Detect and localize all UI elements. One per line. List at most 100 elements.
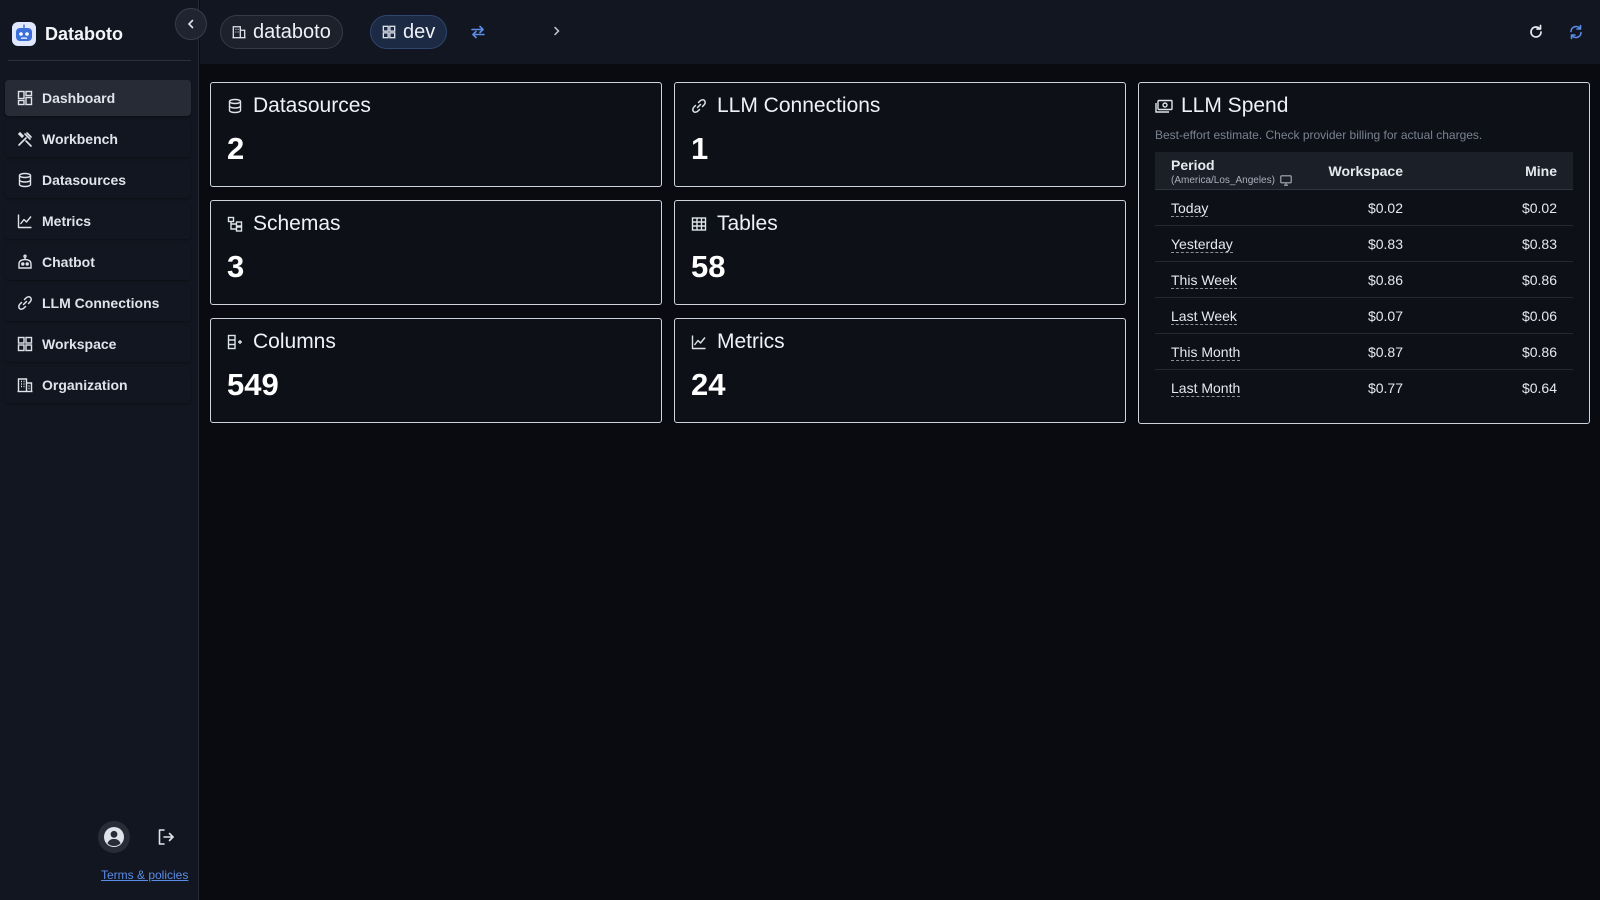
user-controls: [98, 821, 176, 853]
card-value: 58: [691, 249, 726, 284]
terms-link[interactable]: Terms & policies: [101, 868, 188, 882]
period-cell[interactable]: Last Week: [1171, 308, 1237, 325]
monitor-icon[interactable]: [1280, 175, 1292, 186]
app-name: Databoto: [45, 23, 123, 44]
table-row: Today $0.02 $0.02: [1155, 190, 1573, 226]
sidebar-item-label: Workbench: [42, 131, 118, 147]
mine-cell: $0.86: [1521, 344, 1557, 360]
sidebar-item-organization[interactable]: Organization: [5, 367, 191, 403]
sync-icon[interactable]: [1568, 24, 1584, 40]
workspace-cell: $0.83: [1367, 236, 1403, 252]
period-cell[interactable]: Today: [1171, 200, 1209, 217]
card-value: 1: [691, 131, 709, 166]
logout-icon[interactable]: [156, 827, 176, 847]
card-title: LLM Connections: [717, 94, 881, 117]
sidebar-item-llm-connections[interactable]: LLM Connections: [5, 285, 191, 321]
refresh-icon[interactable]: [1528, 24, 1544, 40]
chevron-right-icon: [554, 26, 560, 36]
brand[interactable]: Databoto: [12, 22, 123, 46]
link-icon: [18, 296, 32, 310]
org-switcher[interactable]: databoto: [220, 15, 343, 49]
robot-icon: [18, 254, 32, 269]
sidebar-item-dashboard[interactable]: Dashboard: [5, 80, 191, 116]
card-value: 549: [227, 367, 279, 402]
llm-spend-panel: LLM Spend Best-effort estimate. Check pr…: [1138, 82, 1590, 424]
sidebar-item-label: Organization: [42, 377, 128, 393]
table-row: Yesterday $0.83 $0.83: [1155, 226, 1573, 262]
card-title: Datasources: [253, 94, 371, 117]
timezone-text: (America/Los_Angeles): [1171, 175, 1275, 186]
sidebar-item-label: Datasources: [42, 172, 127, 188]
spend-disclaimer: Best-effort estimate. Check provider bil…: [1155, 128, 1483, 142]
period-cell[interactable]: This Month: [1171, 344, 1241, 361]
sidebar-item-workspace[interactable]: Workspace: [5, 326, 191, 362]
table-header: Period (America/Los_Angeles) Workspace M…: [1155, 152, 1573, 190]
workspace-cell: $0.77: [1367, 380, 1403, 396]
timezone-label: (America/Los_Angeles): [1171, 175, 1292, 186]
workspace-cell: $0.87: [1367, 344, 1403, 360]
table-row: This Week $0.86 $0.86: [1155, 262, 1573, 298]
sidebar-item-label: Metrics: [42, 213, 92, 229]
mine-cell: $0.02: [1521, 200, 1557, 216]
database-icon: [228, 98, 242, 114]
mine-cell: $0.06: [1521, 308, 1557, 324]
spend-title: LLM Spend: [1181, 94, 1289, 117]
card-value: 24: [691, 367, 726, 402]
schemas-card[interactable]: Schemas 3: [210, 200, 662, 305]
period-header: Period: [1171, 157, 1215, 173]
datasources-card[interactable]: Datasources 2: [210, 82, 662, 187]
workspace-name: dev: [403, 20, 436, 43]
line-chart-icon: [691, 335, 706, 350]
card-title: Schemas: [253, 212, 341, 235]
workspace-cell: $0.07: [1367, 308, 1403, 324]
mine-cell: $0.86: [1521, 272, 1557, 288]
card-value: 2: [227, 131, 245, 166]
sidebar-item-chatbot[interactable]: Chatbot: [5, 244, 191, 280]
chevron-left-icon: [187, 19, 194, 29]
sidebar-item-label: Workspace: [42, 336, 117, 352]
card-title: Tables: [717, 212, 778, 235]
line-chart-icon: [17, 214, 32, 229]
period-cell[interactable]: Yesterday: [1171, 236, 1233, 253]
schema-icon: [227, 216, 243, 232]
llm-connections-card[interactable]: LLM Connections 1: [674, 82, 1126, 187]
user-avatar-button[interactable]: [98, 821, 130, 853]
money-icon: [1155, 99, 1173, 113]
workspace-switcher[interactable]: dev: [370, 15, 448, 49]
account-circle-icon: [104, 827, 124, 847]
building-icon: [232, 26, 246, 39]
grid-icon: [382, 25, 396, 39]
workspace-header: Workspace: [1328, 163, 1403, 179]
top-bar: databoto dev: [200, 0, 1600, 64]
swap-icon[interactable]: [470, 24, 486, 40]
building-icon: [17, 378, 33, 393]
org-name: databoto: [253, 20, 331, 43]
sidebar: Databoto Dashboard Workbench Datasources…: [0, 0, 199, 900]
columns-icon: [227, 334, 242, 350]
databoto-logo-icon: [12, 22, 36, 46]
period-cell[interactable]: This Week: [1171, 272, 1237, 289]
card-title: Columns: [253, 330, 336, 353]
period-cell[interactable]: Last Month: [1171, 380, 1241, 397]
workspace-cell: $0.86: [1367, 272, 1403, 288]
link-icon: [692, 99, 706, 113]
table-icon: [691, 217, 707, 231]
metrics-card[interactable]: Metrics 24: [674, 318, 1126, 423]
sidebar-item-label: LLM Connections: [42, 295, 160, 311]
mine-header: Mine: [1525, 163, 1557, 179]
tables-card[interactable]: Tables 58: [674, 200, 1126, 305]
tools-icon: [17, 131, 32, 147]
sidebar-item-label: Dashboard: [42, 90, 116, 106]
sidebar-item-metrics[interactable]: Metrics: [5, 203, 191, 239]
collapse-sidebar-button[interactable]: [175, 8, 207, 40]
sidebar-item-workbench[interactable]: Workbench: [5, 121, 191, 157]
sidebar-item-datasources[interactable]: Datasources: [5, 162, 191, 198]
workspace-cell: $0.02: [1367, 200, 1403, 216]
table-row: Last Week $0.07 $0.06: [1155, 298, 1573, 334]
grid-icon: [17, 336, 33, 352]
table-row: Last Month $0.77 $0.64: [1155, 370, 1573, 406]
mine-cell: $0.64: [1521, 380, 1557, 396]
card-value: 3: [227, 249, 245, 284]
dashboard-icon: [17, 90, 33, 106]
columns-card[interactable]: Columns 549: [210, 318, 662, 423]
